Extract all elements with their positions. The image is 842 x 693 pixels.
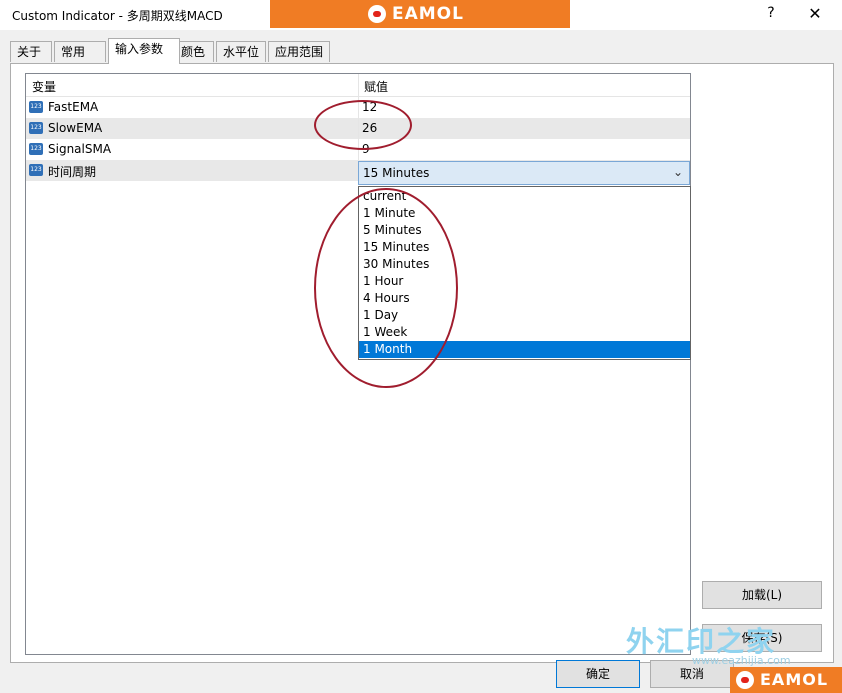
integer-param-icon: 123 [29, 143, 43, 155]
tab-inputs[interactable]: 输入参数 [108, 38, 180, 64]
tab-colors[interactable]: 颜色 [174, 41, 214, 62]
window-title: Custom Indicator - 多周期双线MACD [12, 9, 223, 23]
watermark: 外汇印之家 www.eazhijia.com [626, 620, 796, 670]
param-name: 时间周期 [48, 165, 97, 179]
chevron-down-icon[interactable]: ⌄ [673, 165, 683, 179]
eamol-bottom-text: EAMOL [760, 670, 829, 689]
param-name: SlowEMA [48, 121, 103, 135]
integer-param-icon: 123 [29, 101, 43, 113]
header-value: 赋值 [364, 80, 389, 94]
load-button[interactable]: 加载(L) [702, 581, 822, 609]
tab-levels[interactable]: 水平位 [216, 41, 266, 62]
annotation-circle-values [314, 100, 412, 150]
ok-button-label: 确定 [585, 667, 610, 681]
param-name: SignalSMA [48, 142, 112, 156]
enum-param-icon: 123 [29, 164, 43, 176]
load-button-label: 加载(L) [741, 588, 783, 602]
header-variable: 变量 [32, 80, 57, 94]
tab-bar: 关于 常用 输入参数 颜色 水平位 应用范围 [10, 38, 830, 64]
param-name: FastEMA [48, 100, 99, 114]
timeframe-selected-value: 15 Minutes [363, 166, 430, 180]
help-button[interactable]: ? [756, 5, 786, 25]
eamol-top-banner: EAMOL [270, 0, 570, 28]
close-button[interactable]: ✕ [800, 4, 830, 24]
timeframe-select[interactable]: 15 Minutes ⌄ [358, 161, 690, 185]
tab-visualization[interactable]: 应用范围 [268, 41, 330, 62]
tab-about[interactable]: 关于 [10, 41, 52, 62]
eamol-logo-icon [736, 671, 754, 689]
eamol-top-text: EAMOL [392, 4, 464, 24]
eamol-logo-icon [368, 5, 386, 23]
watermark-url: www.eazhijia.com [692, 654, 791, 667]
annotation-circle-options [314, 188, 458, 388]
header-divider [358, 74, 359, 96]
eamol-bottom-badge: EAMOL [730, 667, 842, 693]
tab-common[interactable]: 常用 [54, 41, 106, 62]
integer-param-icon: 123 [29, 122, 43, 134]
